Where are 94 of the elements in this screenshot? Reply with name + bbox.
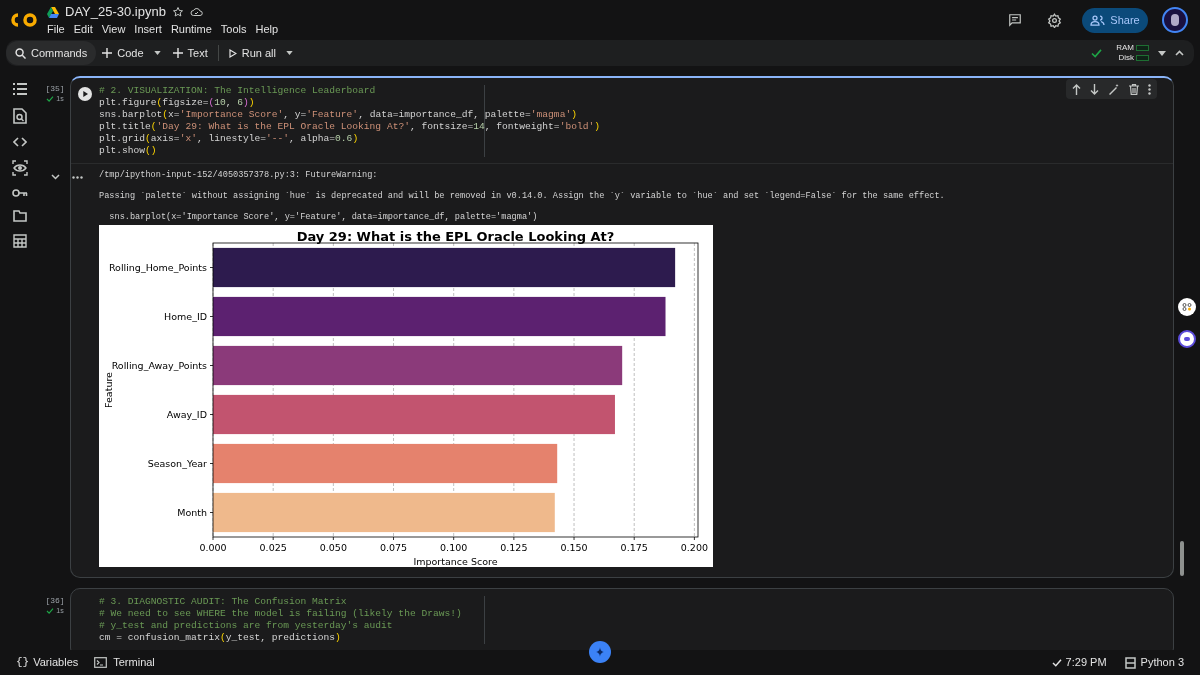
code-line: sns.barplot(x='Importance Score', y='Feature', data=importance_df, palette='magma') — [99, 109, 577, 121]
tick-label: 0.200 — [680, 542, 708, 553]
run-button-icon[interactable] — [78, 87, 92, 101]
category-label: Rolling_Home_Points — [108, 262, 207, 273]
code-cell[interactable] — [70, 588, 1174, 650]
category-label: Season_Year — [147, 458, 207, 469]
warning-path: /tmp/ipython-input-152/4050357378.py:3: FutureWarning: — [99, 170, 379, 181]
category-label: Home_ID — [164, 311, 207, 322]
search-icon — [15, 47, 26, 59]
move-up-icon[interactable] — [1072, 83, 1081, 95]
code-line: plt.grid(axis='x', linestyle='--', alpha=0.6) — [99, 133, 359, 145]
variables-icon[interactable]: {} — [16, 654, 30, 671]
sparkle-icon — [595, 647, 605, 657]
tick-label: 0.150 — [560, 542, 588, 553]
tick-label: 0.025 — [259, 542, 287, 553]
check-icon — [1091, 48, 1103, 58]
toc-icon[interactable] — [13, 82, 27, 96]
output-menu-icon[interactable] — [72, 176, 83, 179]
find-icon[interactable] — [13, 108, 27, 124]
tick-label: 0.125 — [500, 542, 528, 553]
plus-icon — [102, 48, 113, 58]
colab-logo-icon[interactable] — [10, 12, 38, 28]
execution-count: [36] — [45, 596, 65, 606]
more-icon[interactable] — [1148, 83, 1151, 95]
tick-label: 0.075 — [379, 542, 408, 553]
scrollbar-thumb[interactable] — [1180, 541, 1184, 576]
warning-source-line: sns.barplot(x='Importance Score', y='Feature', data=importance_df, palette='magma') — [108, 212, 539, 223]
menu-item[interactable]: Runtime — [170, 20, 212, 38]
runtime-label[interactable]: Python 3 — [1140, 654, 1184, 671]
caret-icon[interactable] — [1158, 50, 1166, 56]
user-avatar[interactable] — [1162, 7, 1188, 33]
category-label: Away_ID — [166, 409, 207, 420]
disk-label: Disk — [1118, 53, 1134, 63]
warning-message: Passing `palette` without assigning `hue` is deprecated and will be removed in v0.14.0. Assign the `y` variable to `hue` and set `legend=False` for the same effect. — [99, 191, 945, 202]
gemini-button[interactable] — [589, 641, 611, 663]
toolbar-button[interactable]: Run all — [222, 41, 299, 65]
terminal-icon[interactable] — [94, 657, 108, 668]
variables-tab[interactable]: Variables — [33, 654, 79, 671]
tick-label: 0.050 — [319, 542, 347, 553]
terminal-tab[interactable]: Terminal — [113, 654, 155, 671]
execution-time: 7:29 PM — [1065, 655, 1107, 671]
notebook-title[interactable]: DAY_25-30.ipynb — [65, 2, 166, 22]
table-icon[interactable] — [13, 234, 27, 248]
menu-item[interactable]: View — [101, 20, 126, 38]
category-label: Rolling_Away_Points — [111, 360, 207, 371]
code-line: # 3. DIAGNOSTIC AUDIT: The Confusion Matrix — [99, 596, 347, 608]
play-icon — [228, 48, 237, 58]
collapse-output-icon[interactable] — [51, 174, 60, 180]
code-line: plt.figure(figsize=(10, 6)) — [99, 97, 255, 109]
key-icon[interactable] — [12, 188, 28, 198]
comment-icon[interactable] — [1008, 13, 1022, 27]
move-down-icon[interactable] — [1090, 83, 1099, 95]
code-line: # 2. VISUALIZATION: The Intelligence Leaderboard — [99, 85, 376, 97]
tick-label: 0.175 — [620, 542, 648, 553]
axis-title: Importance Score — [413, 556, 498, 567]
code-line: # We need to see WHERE the model is failing (likely the Draws!) — [99, 608, 462, 620]
settings-icon[interactable] — [1047, 12, 1062, 28]
commands-button[interactable]: Commands — [6, 41, 97, 65]
cloud-icon[interactable] — [189, 7, 203, 17]
check-icon — [1051, 658, 1062, 667]
execution-count: [35] — [45, 84, 65, 94]
menu-item[interactable]: Edit — [73, 20, 93, 38]
code-icon[interactable] — [13, 136, 27, 148]
menu-item[interactable]: File — [47, 20, 65, 38]
code-line: plt.title('Day 29: What is the EPL Oracle Looking At?', fontsize=14, fontweight='bold') — [99, 121, 600, 133]
server-icon — [1124, 656, 1136, 669]
extension-icon[interactable] — [1178, 298, 1196, 316]
toolbar-button[interactable]: Text — [166, 41, 214, 65]
drive-icon — [47, 6, 59, 18]
code-line: # y_test and predictions are from yesterday's audit — [99, 620, 393, 632]
code-line: cm = confusion_matrix(y_test, predictions) — [99, 632, 341, 644]
magic-pencil-icon[interactable] — [1108, 83, 1120, 95]
ram-label: RAM — [1116, 43, 1134, 53]
delete-icon[interactable] — [1129, 83, 1139, 95]
toolbar-button[interactable]: Code — [96, 41, 167, 65]
menu-item[interactable]: Tools — [220, 20, 247, 38]
eye-icon[interactable] — [12, 160, 28, 176]
axis-title: Feature — [103, 372, 114, 408]
assistant-icon[interactable] — [1178, 330, 1196, 348]
category-label: Month — [177, 507, 207, 518]
menu-item[interactable]: Help — [255, 20, 279, 38]
disk-meter — [1136, 55, 1149, 61]
folder-icon[interactable] — [13, 210, 27, 222]
code-line: plt.show() — [99, 145, 157, 157]
tick-label: 0.000 — [199, 542, 227, 553]
menu-item[interactable]: Insert — [134, 20, 162, 38]
collapse-icon[interactable] — [1175, 50, 1184, 56]
chart-title: Day 29: What is the EPL Oracle Looking At? — [296, 229, 615, 244]
plus-icon — [172, 48, 183, 58]
ram-meter — [1136, 45, 1149, 51]
people-icon — [1090, 14, 1106, 26]
share-button[interactable]: Share — [1082, 7, 1148, 33]
tick-label: 0.100 — [440, 542, 468, 553]
star-icon[interactable] — [171, 6, 184, 18]
